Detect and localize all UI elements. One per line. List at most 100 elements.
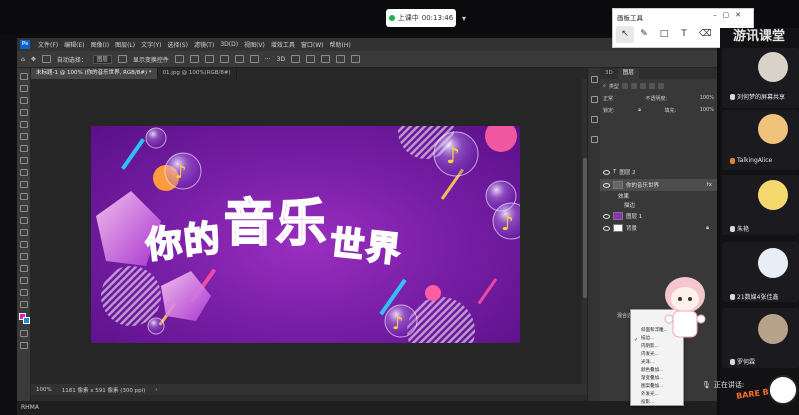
- 3d-roll-icon[interactable]: [306, 55, 316, 63]
- filter-pixel-icon[interactable]: [621, 83, 628, 89]
- blend-mode-dropdown[interactable]: 正常: [603, 95, 613, 102]
- menu-filter[interactable]: 滤镜(T): [191, 40, 217, 49]
- menu-item-pattern-overlay[interactable]: 图案叠加...: [631, 384, 685, 390]
- align-middle-icon[interactable]: [234, 55, 244, 63]
- photoshop-logo-icon[interactable]: Ps: [20, 40, 30, 49]
- layer-row[interactable]: 背景 🔒︎: [600, 222, 717, 234]
- menu-view[interactable]: 视图(V): [241, 40, 268, 49]
- menu-item-inner-glow[interactable]: 内发光...: [631, 352, 685, 358]
- search-icon[interactable]: ⌕: [603, 83, 606, 89]
- filter-smart-icon[interactable]: [657, 83, 664, 89]
- background-color-swatch[interactable]: [23, 317, 30, 324]
- menu-item-inner-shadow[interactable]: 内阴影...: [631, 344, 685, 350]
- menu-item-gradient-overlay[interactable]: 渐变叠加...: [631, 376, 685, 382]
- pen-icon[interactable]: ✎: [639, 29, 649, 39]
- 3d-rotate-icon[interactable]: [291, 55, 301, 63]
- fill-value[interactable]: 100%: [700, 107, 714, 113]
- menu-layer[interactable]: 图层(L): [112, 40, 138, 49]
- tools-panel-icon[interactable]: [591, 136, 598, 143]
- visibility-eye-icon[interactable]: [603, 169, 610, 175]
- lock-icon[interactable]: 🔒︎: [638, 107, 641, 113]
- marquee-tool-icon[interactable]: [20, 85, 28, 92]
- quick-select-tool-icon[interactable]: [20, 109, 28, 116]
- menu-window[interactable]: 窗口(W): [298, 40, 327, 49]
- cursor-icon[interactable]: ↖: [620, 29, 630, 39]
- close-icon[interactable]: ✕: [735, 11, 741, 19]
- opacity-value[interactable]: 100%: [700, 95, 714, 101]
- brush-tool-icon[interactable]: [20, 157, 28, 164]
- gradient-tool-icon[interactable]: [20, 205, 28, 212]
- lasso-tool-icon[interactable]: [20, 97, 28, 104]
- dodge-tool-icon[interactable]: [20, 217, 28, 224]
- tab-layers[interactable]: 图层: [617, 68, 639, 79]
- align-left-icon[interactable]: [174, 55, 184, 63]
- move-tool-icon[interactable]: [20, 73, 28, 80]
- menu-image[interactable]: 图像(I): [88, 40, 112, 49]
- type-tool-icon[interactable]: [20, 241, 28, 248]
- menu-item-satin[interactable]: 光泽...: [631, 360, 685, 366]
- 3d-slide-icon[interactable]: [336, 55, 346, 63]
- layer-row[interactable]: 图层 1: [600, 210, 717, 222]
- adjust-panel-icon[interactable]: [591, 116, 598, 123]
- align-bottom-icon[interactable]: [249, 55, 259, 63]
- filter-adjust-icon[interactable]: [630, 83, 637, 89]
- maximize-icon[interactable]: ▢: [723, 11, 730, 19]
- show-transform-checkbox[interactable]: [117, 55, 127, 63]
- visibility-eye-icon[interactable]: [603, 182, 610, 188]
- menu-item-color-overlay[interactable]: 颜色叠加...: [631, 368, 685, 374]
- chevron-down-icon[interactable]: ▾: [462, 14, 470, 23]
- history-brush-icon[interactable]: [20, 181, 28, 188]
- eraser-icon[interactable]: ⌫: [699, 29, 712, 39]
- menu-edit[interactable]: 编辑(E): [61, 40, 87, 49]
- fx-badge[interactable]: fx: [707, 182, 712, 188]
- menu-plugins[interactable]: 增效工具: [268, 40, 298, 49]
- menu-3d[interactable]: 3D(D): [217, 41, 241, 48]
- hand-tool-icon[interactable]: [20, 277, 28, 284]
- more-options-icon[interactable]: ···: [265, 56, 271, 63]
- auto-select-target-dropdown[interactable]: 图层: [92, 54, 112, 64]
- history-panel-icon[interactable]: [591, 76, 598, 83]
- brush-panel-icon[interactable]: [591, 96, 598, 103]
- canvas-area[interactable]: ♪ ♪ ♪ ♪ 你的 音乐 世界: [31, 79, 596, 384]
- path-select-tool-icon[interactable]: [20, 253, 28, 260]
- text-icon[interactable]: T: [679, 29, 689, 39]
- layer-filter-dropdown[interactable]: 类型: [609, 83, 619, 90]
- tab-3d[interactable]: 3D: [600, 68, 618, 79]
- menu-item-outer-glow[interactable]: 外发光...: [631, 392, 685, 398]
- artwork-image[interactable]: ♪ ♪ ♪ ♪ 你的 音乐 世界: [91, 126, 520, 343]
- minimize-icon[interactable]: –: [713, 11, 717, 19]
- pen-tool-icon[interactable]: [20, 229, 28, 236]
- auto-select-checkbox[interactable]: [41, 55, 51, 63]
- quick-mask-icon[interactable]: [20, 330, 28, 337]
- home-icon[interactable]: ⌂: [21, 56, 25, 63]
- 3d-pan-icon[interactable]: [321, 55, 331, 63]
- align-right-icon[interactable]: [204, 55, 214, 63]
- live-status-pill[interactable]: 上课中 00:13:46: [386, 9, 456, 27]
- crop-tool-icon[interactable]: [20, 121, 28, 128]
- tab-document-2[interactable]: 01.jpg @ 100%(RGB/8#): [158, 68, 237, 79]
- eyedropper-tool-icon[interactable]: [20, 133, 28, 140]
- align-center-icon[interactable]: [189, 55, 199, 63]
- eraser-tool-icon[interactable]: [20, 193, 28, 200]
- menu-type[interactable]: 文字(Y): [138, 40, 164, 49]
- screen-mode-icon[interactable]: [20, 342, 28, 349]
- menu-help[interactable]: 帮助(H): [327, 40, 354, 49]
- menu-select[interactable]: 选择(S): [164, 40, 191, 49]
- visibility-eye-icon[interactable]: [603, 213, 610, 219]
- menu-file[interactable]: 文件(F): [35, 40, 61, 49]
- 3d-scale-icon[interactable]: [351, 55, 361, 63]
- visibility-eye-icon[interactable]: [603, 225, 610, 231]
- shape-tool-icon[interactable]: [20, 265, 28, 272]
- status-arrow-icon[interactable]: ›: [155, 387, 157, 393]
- menu-item-drop-shadow[interactable]: 投影...: [631, 400, 685, 406]
- lock-icon[interactable]: 🔒︎: [706, 225, 709, 232]
- rectangle-icon[interactable]: □: [659, 29, 669, 39]
- more-tools-icon[interactable]: [20, 301, 28, 308]
- stamp-tool-icon[interactable]: [20, 169, 28, 176]
- filter-type-icon[interactable]: [639, 83, 646, 89]
- zoom-level[interactable]: 100%: [36, 387, 52, 393]
- align-top-icon[interactable]: [219, 55, 229, 63]
- zoom-tool-icon[interactable]: [20, 289, 28, 296]
- healing-tool-icon[interactable]: [20, 145, 28, 152]
- filter-shape-icon[interactable]: [648, 83, 655, 89]
